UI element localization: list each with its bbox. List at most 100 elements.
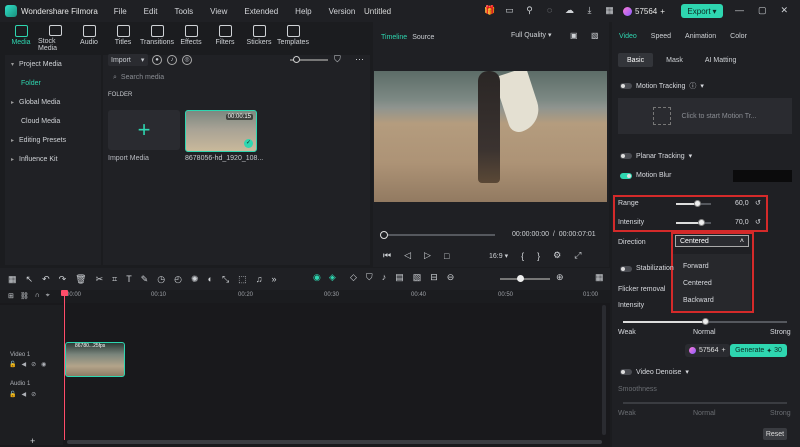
add-icon[interactable]: +: [30, 436, 35, 446]
sidebar-item-cloud-media[interactable]: Cloud Media: [5, 112, 101, 131]
credits-badge[interactable]: 57564 +: [618, 4, 670, 18]
quality-select[interactable]: Full Quality ▾: [511, 31, 551, 39]
motion-blur-toggle[interactable]: [620, 172, 632, 179]
stabilization-toggle[interactable]: [620, 265, 632, 272]
timer-icon[interactable]: ◴: [174, 274, 182, 285]
zoom-in-icon[interactable]: ⊕: [556, 272, 564, 283]
sidebar-item-project-media[interactable]: ▾ Project Media: [5, 55, 101, 74]
cloud-icon[interactable]: ☁: [564, 5, 575, 16]
tab-titles[interactable]: Titles: [106, 22, 140, 52]
generate-button[interactable]: Generate ✦ 30: [730, 344, 787, 357]
tab-audio[interactable]: Audio: [72, 22, 106, 52]
zoom-out-icon[interactable]: ⊖: [447, 272, 455, 283]
cut-icon[interactable]: ✂: [96, 274, 104, 285]
menu-file[interactable]: File: [114, 7, 127, 16]
sidebar-item-folder[interactable]: Folder: [5, 74, 101, 93]
ai-icon[interactable]: ◉: [313, 272, 321, 283]
pin-icon[interactable]: ⚲: [524, 5, 535, 16]
snap-icon[interactable]: ⌖: [46, 292, 50, 300]
planar-tracking-toggle[interactable]: [620, 153, 632, 159]
import-button[interactable]: Import ▾: [108, 54, 148, 66]
horizontal-scrollbar[interactable]: [67, 440, 602, 444]
menu-tools[interactable]: Tools: [174, 7, 193, 16]
flicker-intensity-slider[interactable]: [623, 318, 787, 325]
tab-transitions[interactable]: Transitions: [140, 22, 174, 52]
tab-stock-media[interactable]: Stock Media: [38, 22, 72, 52]
intensity-slider[interactable]: [676, 219, 711, 226]
gift-icon[interactable]: 🎁: [484, 5, 495, 16]
select-icon[interactable]: ↖: [26, 274, 34, 285]
tab-templates[interactable]: Templates: [276, 22, 310, 52]
text-icon[interactable]: T: [126, 274, 132, 284]
download-icon[interactable]: ⤓: [584, 5, 595, 16]
reset-button[interactable]: Reset: [763, 428, 787, 440]
aspect-ratio-select[interactable]: 16:9 ▾: [489, 252, 508, 260]
mark-in-icon[interactable]: {: [521, 251, 524, 261]
link-icon[interactable]: ⛓: [20, 292, 29, 300]
import-media-card[interactable]: +: [108, 110, 180, 150]
microphone-icon[interactable]: ♪: [167, 55, 177, 65]
subtab-ai-matting[interactable]: AI Matting: [696, 53, 746, 67]
add-track-icon[interactable]: ⊞: [8, 292, 14, 300]
export-button[interactable]: Export ▾: [681, 4, 723, 18]
zoom-slider[interactable]: [500, 278, 550, 280]
layers-icon[interactable]: ▤: [395, 272, 404, 283]
media-clip-thumbnail[interactable]: 00:00:15 ✓: [185, 110, 257, 152]
playhead[interactable]: [64, 290, 65, 440]
more-icon[interactable]: ⋯: [355, 54, 364, 65]
layout-icon[interactable]: ▦: [8, 274, 17, 285]
tab-stickers[interactable]: Stickers: [242, 22, 276, 52]
chevron-down-icon[interactable]: ▾: [685, 368, 689, 376]
lock-icon[interactable]: 🔓: [9, 391, 16, 398]
tab-filters[interactable]: Filters: [208, 22, 242, 52]
tab-speed[interactable]: Speed: [651, 33, 671, 40]
slider-knob[interactable]: [293, 56, 300, 63]
tab-video[interactable]: Video: [619, 33, 637, 40]
option-centered[interactable]: Centered: [673, 275, 751, 292]
range-knob[interactable]: [694, 200, 701, 207]
motion-tracking-box[interactable]: Click to start Motion Tr...: [618, 98, 792, 134]
image-icon[interactable]: ▧: [413, 272, 422, 283]
range-slider[interactable]: [676, 200, 711, 207]
mute-icon[interactable]: ⊘: [31, 361, 36, 368]
tab-effects[interactable]: Effects: [174, 22, 208, 52]
direction-select[interactable]: Centered ˄: [675, 235, 749, 247]
chevron-down-icon[interactable]: ▾: [700, 82, 704, 90]
flicker-knob[interactable]: [702, 318, 709, 325]
audio-icon[interactable]: ♫: [256, 274, 263, 284]
color-icon[interactable]: ◐: [208, 274, 213, 284]
mute-icon[interactable]: ⊘: [31, 391, 36, 398]
crop-icon[interactable]: ⌗: [112, 274, 117, 285]
sidebar-item-influence-kit[interactable]: ▸ Influence Kit: [5, 150, 101, 169]
more-icon[interactable]: »: [271, 274, 276, 284]
intensity-knob[interactable]: [697, 219, 705, 226]
lock-icon[interactable]: 🔓: [9, 361, 16, 368]
mic-icon[interactable]: ♪: [382, 272, 387, 283]
magnet-icon[interactable]: ∩: [35, 292, 40, 300]
stop-icon[interactable]: □: [444, 251, 449, 261]
playback-scrubber[interactable]: [383, 234, 495, 236]
transform-icon[interactable]: ⤡: [222, 274, 229, 285]
maximize-icon[interactable]: ▢: [758, 5, 767, 16]
timeline-ruler[interactable]: 00:00 00:10 00:20 00:30 00:40 00:50 01:0…: [0, 290, 610, 303]
tab-animation[interactable]: Animation: [685, 33, 716, 40]
tab-media[interactable]: Media: [4, 22, 38, 52]
option-backward[interactable]: Backward: [673, 292, 751, 309]
filter-icon[interactable]: ⛉: [334, 54, 341, 65]
minimize-icon[interactable]: —: [735, 5, 744, 16]
split-icon[interactable]: ⊟: [430, 272, 438, 283]
menu-edit[interactable]: Edit: [144, 7, 158, 16]
chevron-down-icon[interactable]: ▾: [689, 152, 693, 160]
close-icon[interactable]: ✕: [781, 5, 789, 16]
speed-icon[interactable]: ◷: [157, 274, 165, 285]
undo-icon[interactable]: ↶: [42, 274, 50, 285]
tab-color[interactable]: Color: [730, 33, 747, 40]
play-icon[interactable]: ▷: [424, 250, 431, 261]
stabilize-icon[interactable]: ⬚: [238, 274, 247, 285]
lightbulb-icon[interactable]: ◌: [544, 5, 555, 16]
vertical-scrollbar[interactable]: [602, 305, 606, 435]
volume-icon[interactable]: ◀: [21, 361, 26, 368]
reset-range-icon[interactable]: ↺: [755, 199, 761, 207]
tab-source[interactable]: Source: [412, 34, 434, 41]
delete-icon[interactable]: 🗑: [75, 274, 86, 285]
